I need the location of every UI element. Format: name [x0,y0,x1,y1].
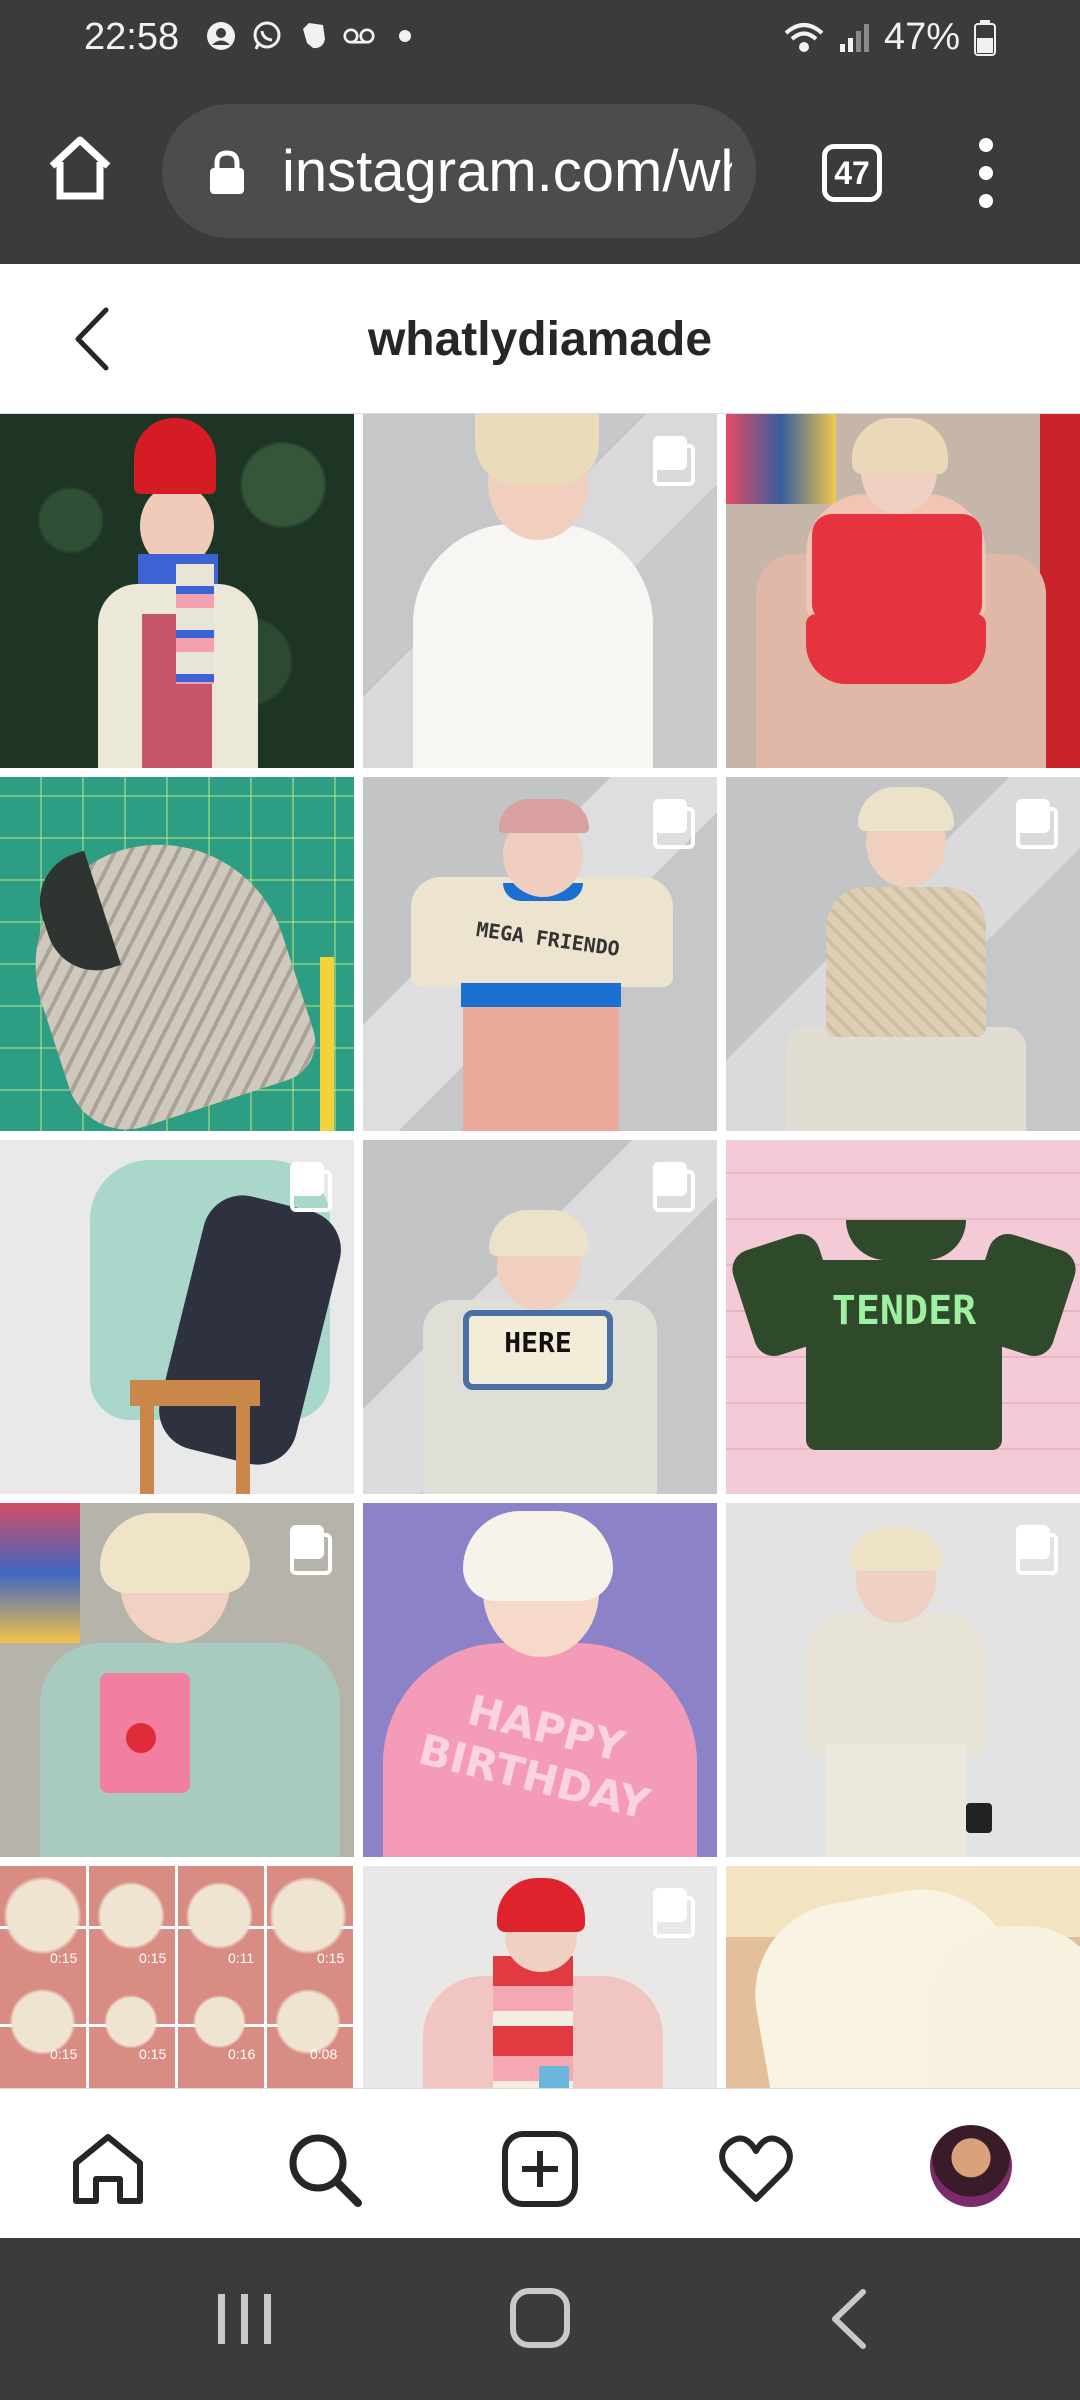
evernote-icon [297,20,329,52]
video-duration: 0:08 [310,2046,338,2062]
post-tile-6[interactable] [726,777,1080,1131]
post-tile-5[interactable]: MEGA FRIENDO [363,777,717,1131]
video-duration: 0:15 [139,2046,167,2062]
multi-post-icon [651,799,695,849]
post-tile-4[interactable] [0,777,354,1131]
whatsapp-icon [251,20,283,52]
profile-header: whatlydiamade [0,264,1080,414]
recent-apps-icon[interactable] [210,2288,280,2350]
activity-heart-icon[interactable] [716,2129,796,2209]
post-tile-14[interactable] [363,1866,717,2088]
shirt-text: TENDER [831,1288,977,1334]
notification-icons [205,20,421,52]
post-tile-1[interactable] [0,414,354,768]
multi-post-icon [651,1888,695,1938]
profile-avatar[interactable] [930,2125,1012,2207]
post-tile-10[interactable] [0,1503,354,1857]
system-home-icon[interactable] [505,2288,575,2350]
search-icon[interactable] [284,2129,364,2209]
signal-icon [839,23,869,52]
address-bar[interactable]: instagram.com/whatlydiamade [162,104,756,238]
voicemail-icon [343,20,375,52]
lock-icon [208,150,246,194]
post-tile-8[interactable]: HERE [363,1140,717,1494]
post-tile-7[interactable] [0,1140,354,1494]
shirt-text: HERE [504,1326,572,1359]
status-time: 22:58 [84,16,180,58]
multi-post-icon [651,436,695,486]
post-tile-2[interactable] [363,414,717,768]
post-grid: MEGA FRIENDO HERE TENDER HAPPY BIRTHDAY … [0,414,1080,2088]
multi-post-icon [288,1525,332,1575]
status-bar: 22:58 47% [0,0,1080,78]
wifi-icon [784,22,824,52]
system-navigation-bar [0,2238,1080,2400]
profile-username: whatlydiamade [367,313,713,366]
post-tile-9[interactable]: TENDER [726,1140,1080,1494]
browser-menu-icon[interactable] [970,138,1002,208]
tab-switcher-button[interactable]: 47 [822,144,882,202]
post-tile-11[interactable]: HAPPY BIRTHDAY [363,1503,717,1857]
url-text: instagram.com/whatlydiamade [282,139,732,204]
video-duration: 0:15 [50,2046,78,2062]
status-right: 47% [784,16,996,59]
battery-percent: 47% [883,16,960,58]
post-tile-13[interactable]: 0:15 0:15 0:11 0:15 0:15 0:15 0:16 0:08 [0,1866,354,2088]
home-icon[interactable] [68,2129,148,2209]
browser-toolbar: instagram.com/whatlydiamade 47 [0,78,1080,264]
more-notifications-dot-icon [389,20,421,52]
new-post-icon[interactable] [500,2129,580,2209]
system-back-icon[interactable] [815,2288,885,2350]
browser-home-icon[interactable] [44,132,116,204]
video-duration: 0:16 [228,2046,256,2062]
video-duration: 0:15 [50,1950,78,1966]
battery-icon [974,19,996,56]
post-tile-15[interactable] [726,1866,1080,2088]
multi-post-icon [651,1162,695,1212]
multi-post-icon [1014,799,1058,849]
video-duration: 0:15 [139,1950,167,1966]
post-tile-12[interactable] [726,1503,1080,1857]
video-duration: 0:15 [317,1950,345,1966]
multi-post-icon [288,1162,332,1212]
video-duration: 0:11 [228,1950,255,1966]
multi-post-icon [1014,1525,1058,1575]
account-icon [205,20,237,52]
instagram-bottom-nav [0,2088,1080,2238]
post-tile-3[interactable] [726,414,1080,768]
